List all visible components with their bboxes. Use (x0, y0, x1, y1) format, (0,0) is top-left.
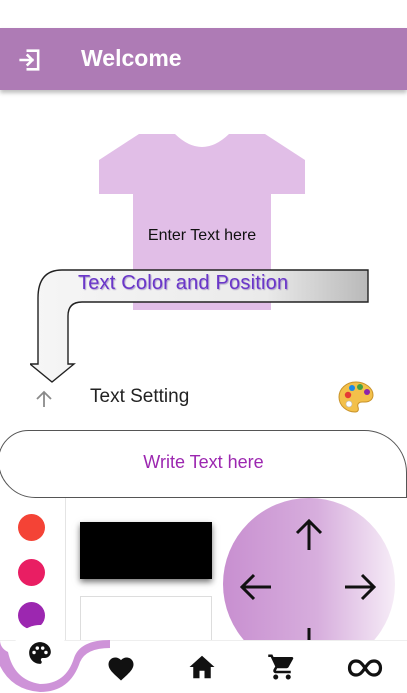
app-bar: Welcome (0, 28, 407, 90)
text-setting-label: Text Setting (90, 386, 190, 407)
nav-active-indicator (0, 625, 110, 692)
callout-text: Text Color and Position (78, 272, 289, 294)
heart-icon[interactable] (106, 654, 136, 682)
arrow-left-icon[interactable] (239, 571, 273, 603)
status-bar (0, 0, 407, 28)
color-option-red[interactable] (18, 514, 45, 541)
login-icon[interactable] (16, 46, 44, 74)
arrow-up-icon[interactable] (293, 518, 325, 552)
palette-icon[interactable] (26, 640, 54, 666)
palette-icon[interactable] (338, 380, 374, 414)
cart-icon[interactable] (266, 652, 298, 682)
home-icon[interactable] (187, 653, 217, 681)
swatch-black[interactable] (80, 522, 212, 579)
arrow-right-icon[interactable] (343, 571, 377, 603)
page-title: Welcome (81, 45, 182, 71)
shirt-text[interactable]: Enter Text here (99, 227, 305, 245)
text-input[interactable]: Write Text here (0, 452, 407, 473)
infinity-icon[interactable] (347, 658, 383, 678)
color-option-pink[interactable] (18, 559, 45, 586)
arrow-up-icon (36, 390, 52, 407)
